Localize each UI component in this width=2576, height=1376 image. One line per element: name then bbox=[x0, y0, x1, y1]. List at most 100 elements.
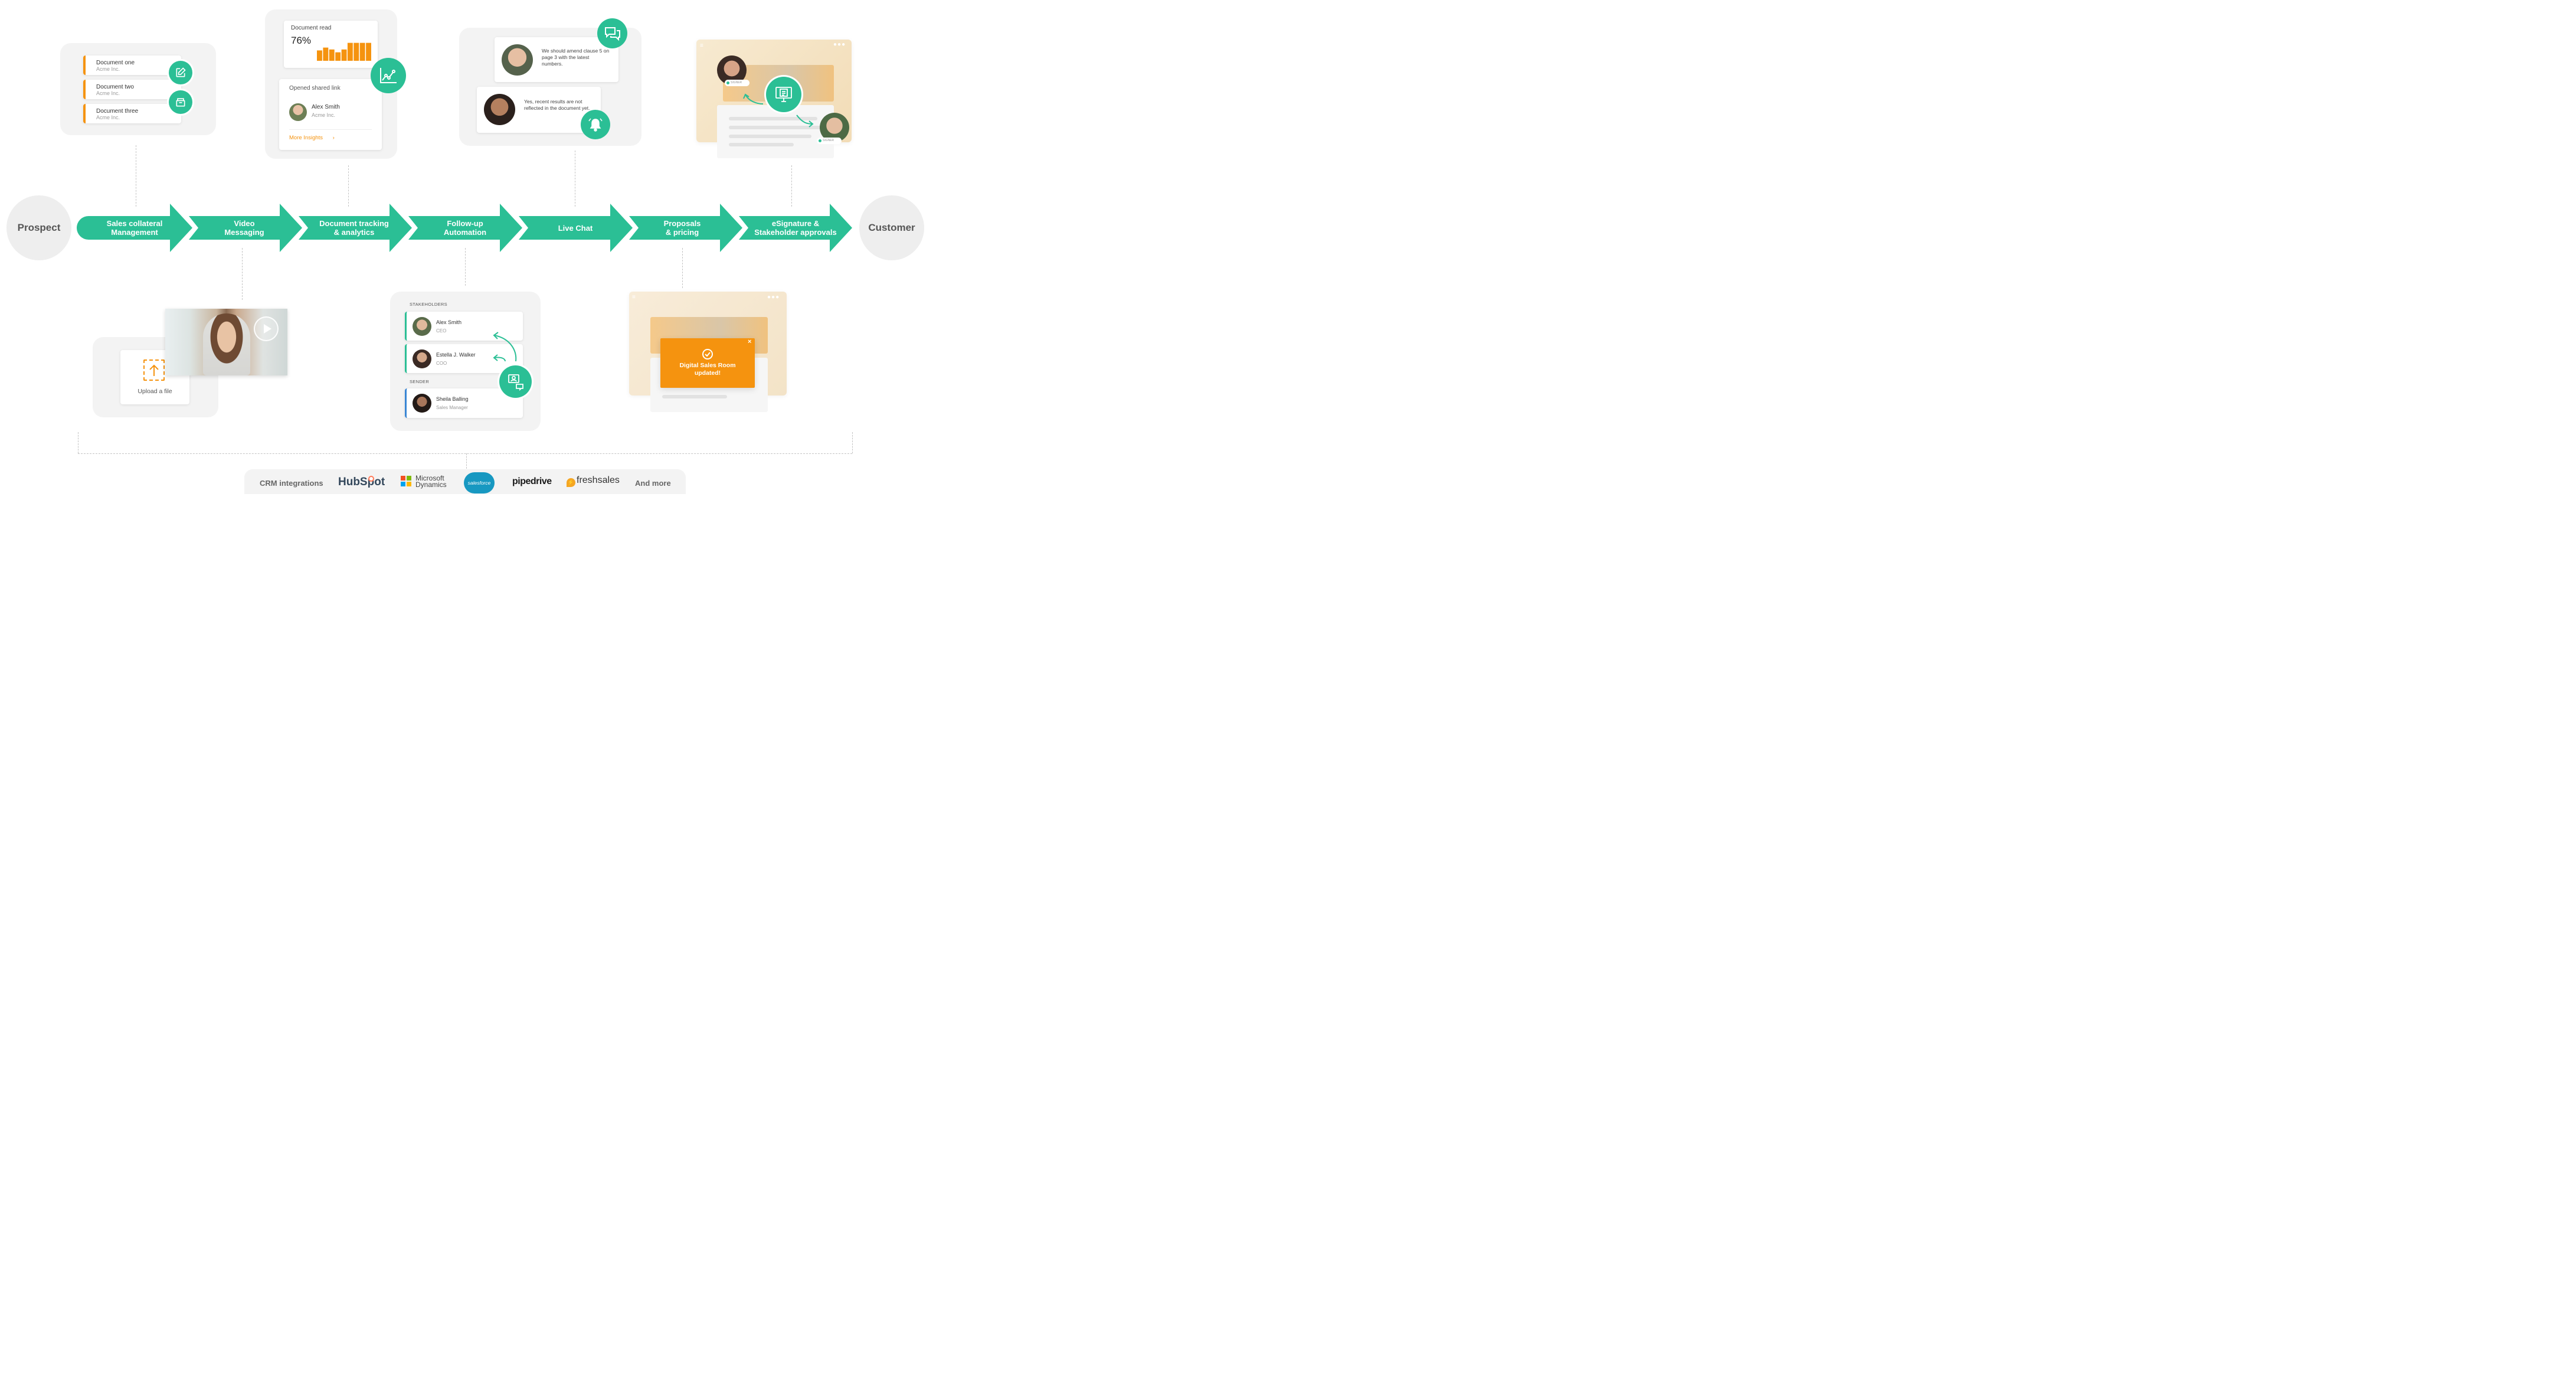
document-title: Document three bbox=[96, 108, 139, 115]
microsoft-dynamics-text: Microsoft Dynamics bbox=[415, 474, 447, 489]
signer-dot bbox=[819, 139, 821, 142]
document-card[interactable]: Document one Acme Inc. bbox=[83, 55, 181, 75]
salesforce-text: salesforce bbox=[467, 480, 491, 486]
ms-square bbox=[407, 476, 411, 481]
document-read-title: Document read bbox=[291, 25, 332, 31]
viewer-company: Acme Inc. bbox=[312, 112, 336, 118]
freshsales-icon: ⚡ bbox=[567, 478, 575, 487]
sender-role: Sales Manager bbox=[436, 405, 468, 410]
ms-square bbox=[407, 482, 411, 486]
avatar bbox=[289, 103, 307, 121]
read-bar bbox=[329, 49, 335, 61]
salesforce-logo: salesforce bbox=[464, 472, 495, 493]
stakeholder-role: COO bbox=[436, 361, 447, 366]
signer-badge-label: SIGNER bbox=[731, 81, 742, 84]
read-bar bbox=[366, 43, 371, 61]
chat-message-text: We should amend clause 5 on page 3 with … bbox=[542, 48, 610, 67]
stakeholder-role: CEO bbox=[436, 328, 447, 334]
signer-badge: SIGNER bbox=[817, 138, 842, 144]
stakeholder-name: Estella J. Walker bbox=[436, 352, 476, 358]
read-bar bbox=[323, 47, 329, 61]
document-title: Document one bbox=[96, 60, 135, 66]
window-menu-icon: ≡ bbox=[632, 294, 636, 300]
upload-label: Upload a file bbox=[138, 388, 172, 395]
hubspot-logo: HubSpot bbox=[338, 476, 385, 488]
freshsales-logo: freshsales bbox=[577, 475, 620, 485]
video-thumbnail[interactable] bbox=[165, 309, 287, 375]
more-insights-link[interactable]: More Insights › bbox=[289, 135, 335, 141]
connector-video bbox=[242, 248, 243, 300]
sender-name: Sheila Balling bbox=[436, 396, 469, 402]
stakeholders-heading: STAKEHOLDERS bbox=[410, 302, 447, 307]
play-icon[interactable] bbox=[254, 316, 279, 341]
step-3-label: Document tracking & analytics bbox=[319, 219, 389, 237]
chat-message-text: Yes, recent results are not reflected in… bbox=[524, 99, 590, 111]
avatar bbox=[484, 94, 515, 125]
connector-followup bbox=[465, 248, 466, 286]
sales-journey-diagram: Prospect Customer Sales collateral Manage… bbox=[0, 0, 925, 494]
document-company: Acme Inc. bbox=[96, 90, 120, 96]
chevron-right-icon: › bbox=[332, 135, 335, 141]
connector-tracking bbox=[348, 165, 349, 207]
shared-link-card: Opened shared link Alex Smith Acme Inc. … bbox=[279, 79, 382, 150]
update-toast: × Digital Sales Room updated! bbox=[660, 338, 755, 388]
pipedrive-logo: pipedrive bbox=[512, 476, 552, 486]
edit-icon bbox=[169, 61, 192, 84]
toast-message: Digital Sales Room updated! bbox=[679, 362, 736, 377]
avatar bbox=[413, 394, 431, 413]
crm-bracket-stem bbox=[466, 453, 467, 469]
avatar bbox=[413, 349, 431, 368]
stakeholder-name: Alex Smith bbox=[436, 319, 462, 325]
shared-link-title: Opened shared link bbox=[289, 85, 341, 91]
step-5-label: Live Chat bbox=[558, 223, 593, 233]
signer-badge: SIGNER bbox=[725, 80, 749, 86]
and-more-label: And more bbox=[635, 479, 671, 488]
more-insights-label: More Insights bbox=[289, 135, 323, 141]
crm-bracket-right bbox=[852, 432, 853, 453]
window-dots: ●●● bbox=[833, 41, 846, 48]
read-bar-chart bbox=[317, 43, 371, 61]
upload-icon bbox=[143, 359, 165, 381]
crm-label: CRM integrations bbox=[260, 479, 323, 488]
read-bar bbox=[335, 52, 341, 61]
text-line bbox=[662, 395, 727, 398]
ms-square bbox=[401, 476, 405, 481]
avatar bbox=[413, 317, 431, 336]
people-chat-icon bbox=[499, 365, 532, 398]
connector-esign bbox=[791, 165, 792, 207]
window-dots: ●●● bbox=[767, 294, 780, 300]
toast-close-button[interactable]: × bbox=[748, 338, 751, 345]
document-card[interactable]: Document two Acme Inc. bbox=[83, 80, 181, 99]
step-2-label: Video Messaging bbox=[224, 219, 264, 237]
document-sign-icon bbox=[766, 77, 801, 112]
text-line bbox=[729, 135, 811, 138]
text-line bbox=[729, 143, 794, 146]
ms-square bbox=[401, 482, 405, 486]
check-circle-icon bbox=[702, 348, 713, 363]
read-bar bbox=[359, 43, 365, 61]
signer-dot bbox=[726, 81, 729, 84]
sender-heading: SENDER bbox=[410, 379, 430, 384]
signer-badge-label: SIGNER bbox=[823, 139, 834, 142]
document-read-card: Document read 76% bbox=[284, 21, 378, 68]
folder-icon bbox=[169, 90, 192, 114]
chat-message-1: We should amend clause 5 on page 3 with … bbox=[495, 37, 618, 82]
hubspot-sprocket-icon bbox=[368, 476, 374, 482]
step-1-label: Sales collateral Management bbox=[106, 219, 163, 237]
step-7-label: eSignature & Stakeholder approvals bbox=[754, 219, 837, 237]
presenter bbox=[203, 313, 250, 375]
read-bar bbox=[317, 50, 322, 61]
document-company: Acme Inc. bbox=[96, 66, 120, 72]
document-read-value: 76% bbox=[291, 35, 312, 46]
step-6-label: Proposals & pricing bbox=[663, 219, 701, 237]
connector-proposal bbox=[682, 248, 683, 288]
reminder-arrows bbox=[493, 332, 517, 362]
avatar bbox=[502, 44, 533, 76]
microsoft-logo bbox=[401, 476, 411, 486]
viewer-name: Alex Smith bbox=[312, 104, 340, 110]
window-menu-icon: ≡ bbox=[700, 43, 703, 49]
line-chart-icon bbox=[371, 58, 406, 93]
document-card[interactable]: Document three Acme Inc. bbox=[83, 104, 181, 123]
document-company: Acme Inc. bbox=[96, 115, 120, 120]
read-bar bbox=[353, 43, 359, 61]
